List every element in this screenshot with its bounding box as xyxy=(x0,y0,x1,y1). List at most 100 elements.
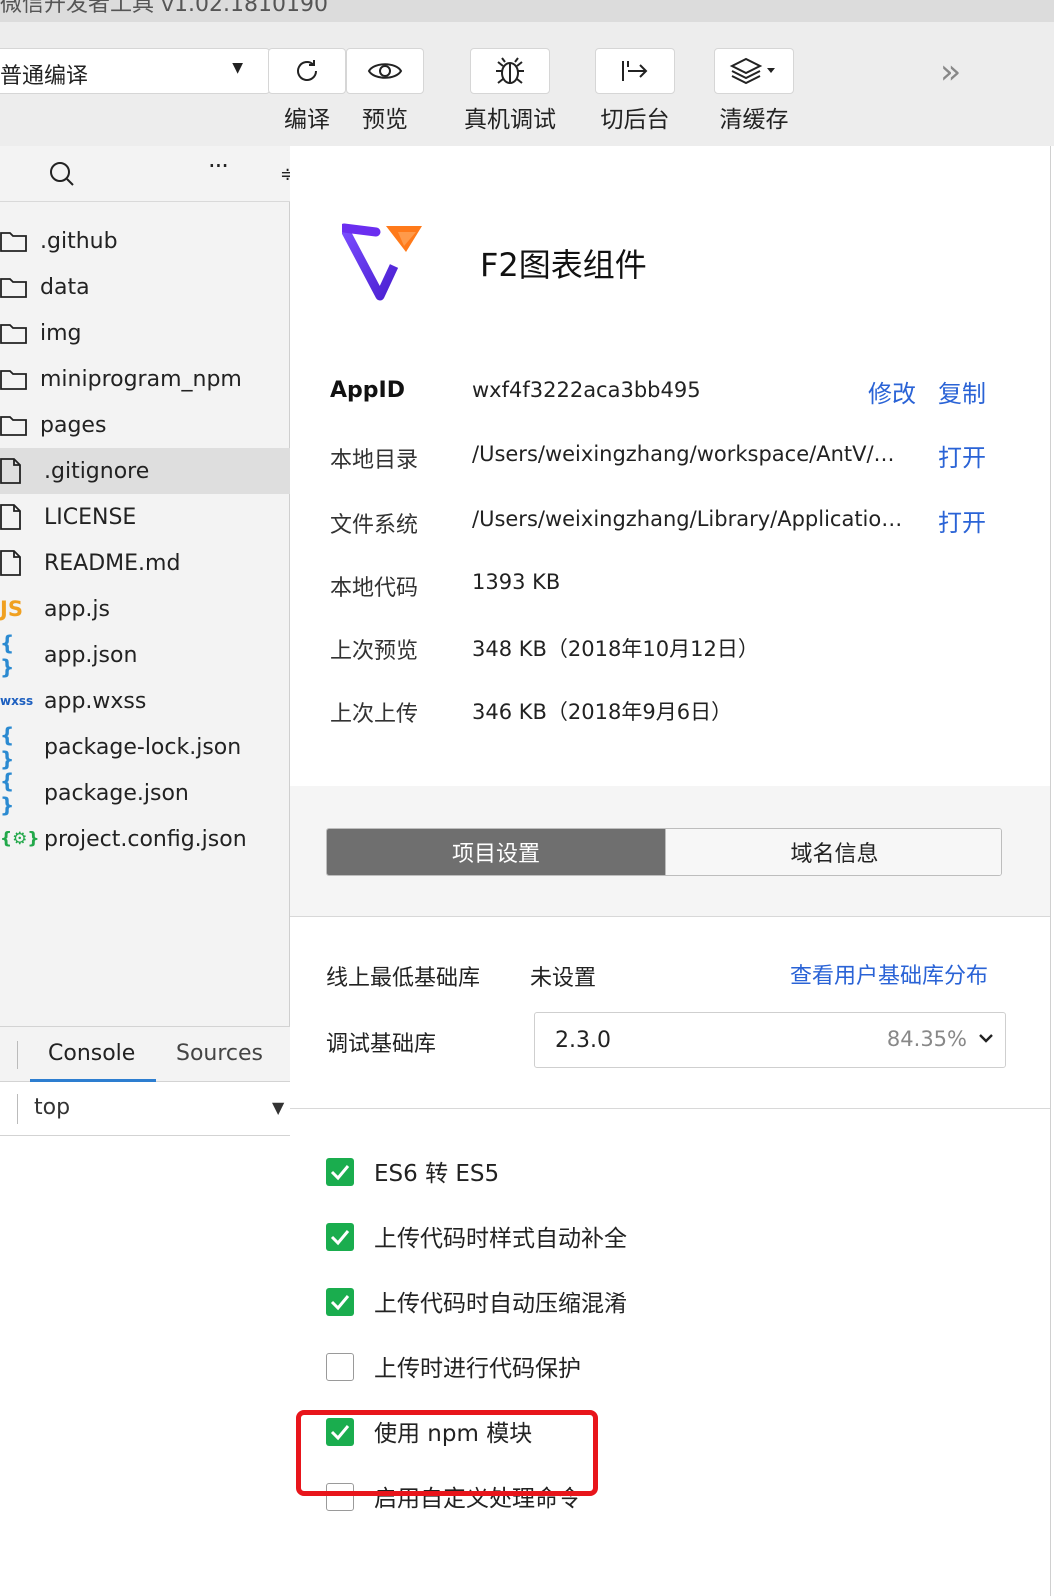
filesystem-label: 文件系统 xyxy=(330,513,419,538)
file-tree: .github data img miniprogram_npmpages .gitig… xyxy=(0,218,290,862)
file-tree-item[interactable]: img xyxy=(0,310,290,356)
file-tree-label: LICENSE xyxy=(44,504,137,530)
divider xyxy=(290,916,1050,917)
checkbox[interactable] xyxy=(326,1223,354,1251)
local-code-row: 本地代码 1393 KB xyxy=(330,570,1010,610)
file-tree-item[interactable]: { } app.json xyxy=(0,631,290,679)
checkbox[interactable] xyxy=(326,1288,354,1316)
preview-button[interactable] xyxy=(346,48,424,94)
file-tree-item[interactable]: .gitignore xyxy=(0,448,290,494)
file-tree-label: .github xyxy=(40,228,118,254)
last-preview-value: 348 KB（2018年10月12日） xyxy=(472,637,759,661)
file-tree-label: package.json xyxy=(44,780,189,806)
remote-debug-label: 真机调试 xyxy=(464,107,556,133)
file-icon xyxy=(0,550,40,576)
clear-cache-button[interactable] xyxy=(714,48,794,94)
modify-link[interactable]: 修改 xyxy=(868,374,916,409)
project-details-panel: F2图表组件 AppID wxf4f3222aca3bb495 修改 复制 本地… xyxy=(290,146,1054,1596)
explorer-header: ··· ≑ xyxy=(0,146,295,202)
folder-icon xyxy=(0,276,40,298)
folder-icon xyxy=(0,414,40,436)
open-filesystem-link[interactable]: 打开 xyxy=(938,503,986,538)
eye-icon xyxy=(367,63,403,79)
json-file-icon: { } xyxy=(0,723,40,771)
option-label: 上传代码时自动压缩混淆 xyxy=(374,1291,627,1317)
file-tree-item[interactable]: wxss app.wxss xyxy=(0,678,290,724)
local-code-label: 本地代码 xyxy=(330,576,419,601)
context-selector[interactable]: top ▼ xyxy=(0,1082,290,1136)
last-preview-row: 上次预览 348 KB（2018年10月12日） xyxy=(330,633,1010,673)
compile-button[interactable] xyxy=(268,48,346,94)
switch-background-icon xyxy=(622,61,648,81)
file-tree-item[interactable]: { } package.json xyxy=(0,769,290,817)
compile-mode-value: 普通编译 xyxy=(0,64,89,89)
file-tree-item[interactable]: pages xyxy=(0,402,290,448)
project-name: F2图表组件 xyxy=(480,240,647,286)
checkbox[interactable] xyxy=(326,1158,354,1186)
chevron-down-icon xyxy=(977,1029,995,1051)
compile-mode-select[interactable]: 普通编译 ▼ xyxy=(0,48,270,94)
search-icon[interactable] xyxy=(48,160,76,192)
settings-segmented-control: 项目设置 域名信息 xyxy=(326,828,1002,876)
file-tree-label: app.wxss xyxy=(44,688,147,714)
folder-icon xyxy=(0,368,40,390)
bug-icon xyxy=(496,57,524,84)
file-tree-label: data xyxy=(40,274,90,300)
file-icon xyxy=(0,458,40,484)
min-lib-value: 未设置 xyxy=(530,966,597,991)
last-upload-row: 上次上传 346 KB（2018年9月6日） xyxy=(330,696,1010,736)
debug-lib-label: 调试基础库 xyxy=(326,1032,437,1057)
tab-sources[interactable]: Sources xyxy=(176,1041,263,1066)
tab-console[interactable]: Console xyxy=(48,1041,135,1066)
lib-distribution-link[interactable]: 查看用户基础库分布 xyxy=(790,958,988,990)
debug-lib-select[interactable]: 2.3.0 84.35% xyxy=(534,1012,1006,1068)
copy-link[interactable]: 复制 xyxy=(938,374,986,409)
more-tools-icon[interactable]: ›› xyxy=(940,52,961,92)
checkmark-icon xyxy=(330,1295,350,1311)
file-tree-item[interactable]: {⚙} project.config.json xyxy=(0,816,290,862)
wxss-file-icon: wxss xyxy=(0,694,40,708)
checkmark-icon xyxy=(330,1230,350,1246)
window-title: 微信开发者工具 v1.02.1810190 xyxy=(0,0,328,17)
file-tree-item[interactable]: miniprogram_npm xyxy=(0,356,290,402)
layers-icon xyxy=(729,57,775,85)
file-tree-label: app.js xyxy=(44,596,110,622)
filesystem-value: /Users/weixingzhang/Library/Applicatio… xyxy=(472,507,903,531)
local-dir-row: 本地目录 /Users/weixingzhang/workspace/AntV/… xyxy=(330,442,1010,482)
remote-debug-button[interactable] xyxy=(470,48,550,94)
file-type-badge: wxss xyxy=(0,694,34,708)
console-output[interactable] xyxy=(0,1136,290,1596)
local-dir-label: 本地目录 xyxy=(330,448,419,473)
compile-label: 编译 xyxy=(284,107,330,133)
last-preview-label: 上次预览 xyxy=(330,639,419,664)
file-tree-label: miniprogram_npm xyxy=(40,366,242,392)
option-label: 上传代码时样式自动补全 xyxy=(374,1226,627,1252)
json-file-icon: { } xyxy=(0,631,40,679)
file-tree-label: img xyxy=(40,320,82,346)
more-options-icon[interactable]: ··· xyxy=(208,152,229,180)
tab-project-settings[interactable]: 项目设置 xyxy=(327,829,665,875)
background-button[interactable] xyxy=(595,48,675,94)
file-type-badge: {⚙} xyxy=(0,829,40,849)
toolbar: 普通编译 ▼ 编译 预览 真机调试 切后台 清缓存 ›› xyxy=(0,22,1054,146)
file-tree-item[interactable]: .github xyxy=(0,218,290,264)
preview-label: 预览 xyxy=(362,107,408,133)
f2-logo-icon xyxy=(339,222,426,306)
file-tree-item[interactable]: JS app.js xyxy=(0,586,290,632)
tab-domain-info[interactable]: 域名信息 xyxy=(665,829,1001,875)
divider xyxy=(17,1094,18,1124)
option-label: 上传时进行代码保护 xyxy=(374,1356,581,1382)
appid-label: AppID xyxy=(330,378,405,403)
file-tree-item[interactable]: data xyxy=(0,264,290,310)
min-lib-label: 线上最低基础库 xyxy=(326,966,481,991)
background-label: 切后台 xyxy=(600,107,670,133)
open-local-dir-link[interactable]: 打开 xyxy=(938,438,986,473)
file-tree-item[interactable]: { } package-lock.json xyxy=(0,723,290,771)
file-tree-label: app.json xyxy=(44,642,138,668)
checkbox[interactable] xyxy=(326,1353,354,1381)
file-tree-item[interactable]: README.md xyxy=(0,540,290,586)
file-tree-item[interactable]: LICENSE xyxy=(0,494,290,540)
last-upload-label: 上次上传 xyxy=(330,702,419,727)
folder-icon xyxy=(0,322,40,344)
json-file-icon: { } xyxy=(0,769,40,817)
